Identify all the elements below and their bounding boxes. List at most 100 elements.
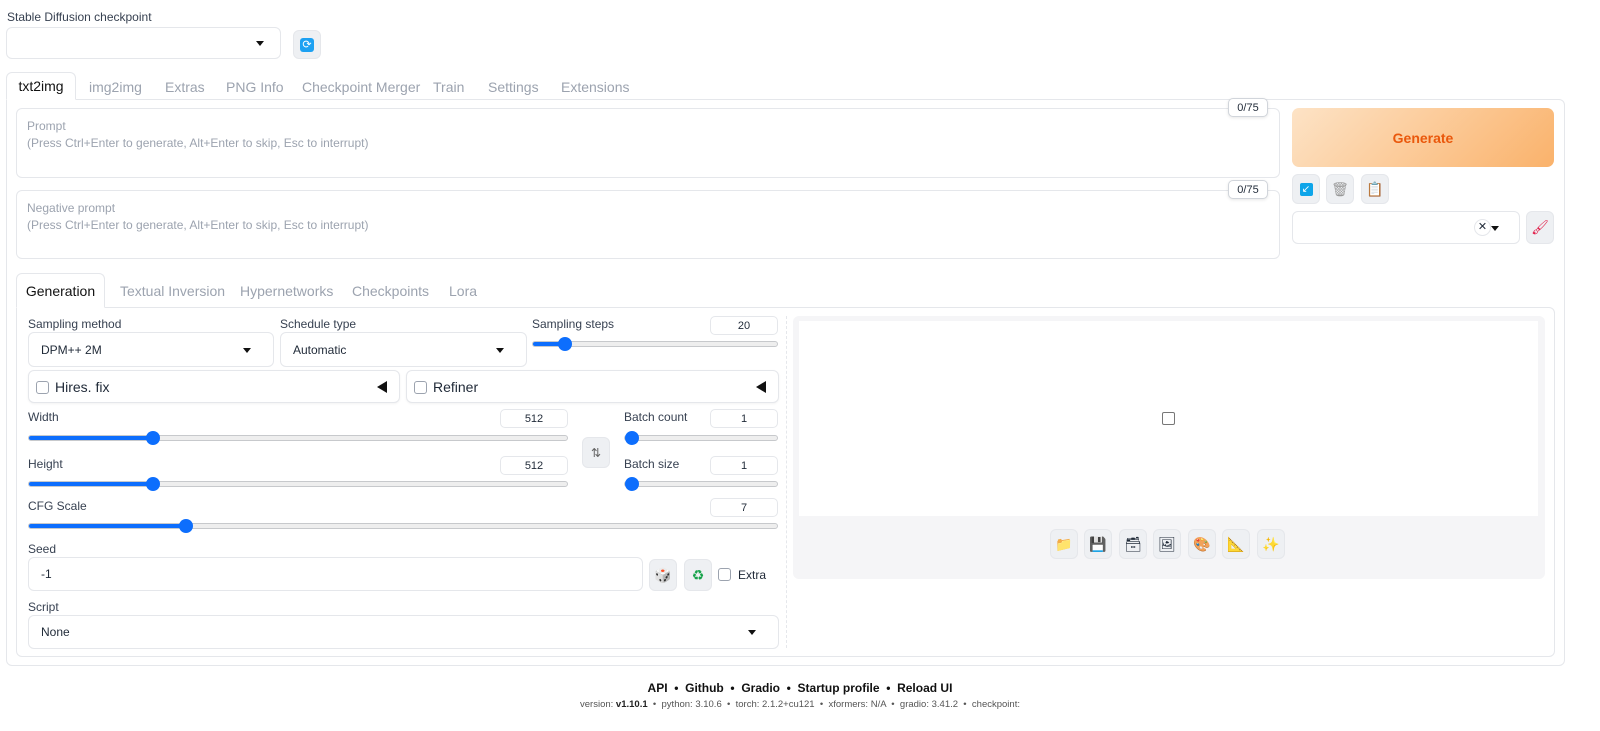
folder-icon: 📁 <box>1055 535 1073 552</box>
checkpoint-dropdown[interactable] <box>6 27 281 59</box>
send-to-img2img-button[interactable]: 🖼 <box>1153 529 1181 559</box>
tab-png-info[interactable]: PNG Info <box>226 79 284 95</box>
subtab-generation[interactable]: Generation <box>16 273 105 308</box>
prompt-textarea[interactable]: Prompt (Press Ctrl+Enter to generate, Alt… <box>16 108 1280 178</box>
dice-icon: 🎲 <box>654 566 672 583</box>
upscale-button[interactable]: ✨ <box>1257 529 1285 559</box>
negative-prompt-textarea[interactable]: Negative prompt (Press Ctrl+Enter to gene… <box>16 190 1280 259</box>
python-version: python: 3.10.6 <box>661 699 722 710</box>
batch-count-input[interactable]: 1 <box>710 409 778 428</box>
negative-prompt-placeholder: (Press Ctrl+Enter to generate, Alt+Enter… <box>27 218 369 232</box>
slider-thumb[interactable] <box>179 519 194 533</box>
prompt-token-counter: 0/75 <box>1228 98 1268 117</box>
open-folder-button[interactable]: 📁 <box>1050 529 1078 559</box>
sampling-method-value: DPM++ 2M <box>41 342 102 357</box>
save-button[interactable]: 💾 <box>1084 529 1112 559</box>
reload-ui-link[interactable]: Reload UI <box>897 681 952 695</box>
swap-dimensions-button[interactable]: ⇅ <box>582 437 610 468</box>
schedule-type-label: Schedule type <box>280 317 357 331</box>
sampling-steps-input[interactable]: 20 <box>710 316 778 335</box>
refiner-accordion[interactable]: Refiner <box>406 370 779 403</box>
gradio-link[interactable]: Gradio <box>741 681 780 695</box>
sampling-method-dropdown[interactable]: DPM++ 2M <box>28 332 274 367</box>
height-slider[interactable] <box>28 477 568 491</box>
startup-profile-link[interactable]: Startup profile <box>798 681 880 695</box>
collapse-triangle-icon[interactable] <box>377 381 387 393</box>
hires-fix-checkbox[interactable] <box>36 381 49 394</box>
refiner-checkbox[interactable] <box>414 381 427 394</box>
seed-label: Seed <box>28 542 57 556</box>
subtab-checkpoints[interactable]: Checkpoints <box>352 283 429 299</box>
trash-icon: 🗑 <box>1331 180 1349 197</box>
batch-size-input[interactable]: 1 <box>710 456 778 475</box>
styles-dropdown[interactable]: ✕ <box>1292 211 1520 244</box>
subtab-textual-inversion[interactable]: Textual Inversion <box>120 283 225 299</box>
subtab-hypernetworks[interactable]: Hypernetworks <box>240 283 333 299</box>
clear-icon[interactable]: ✕ <box>1474 219 1491 236</box>
negative-prompt-label: Negative prompt <box>27 201 116 215</box>
slider-thumb[interactable] <box>625 477 639 491</box>
send-to-extras-button[interactable]: 📐 <box>1222 529 1250 559</box>
random-seed-button[interactable]: 🎲 <box>649 559 677 591</box>
chevron-down-icon <box>256 41 264 46</box>
github-link[interactable]: Github <box>685 681 724 695</box>
negative-token-counter: 0/75 <box>1228 180 1268 199</box>
tab-txt2img[interactable]: txt2img <box>6 72 76 100</box>
schedule-type-value: Automatic <box>293 342 347 357</box>
subtab-lora[interactable]: Lora <box>449 283 477 299</box>
slider-thumb[interactable] <box>625 431 639 445</box>
refiner-label: Refiner <box>433 379 479 395</box>
chevron-down-icon <box>496 347 504 353</box>
api-link[interactable]: API <box>648 681 668 695</box>
cfg-scale-slider[interactable] <box>28 519 778 533</box>
version-info: version: v1.10.1 • python: 3.10.6 • torc… <box>580 699 1020 710</box>
batch-count-label: Batch count <box>624 410 688 424</box>
version-value: v1.10.1 <box>615 699 648 710</box>
extra-label: Extra <box>738 568 767 582</box>
image-preview <box>799 321 1538 516</box>
width-slider[interactable] <box>28 431 568 445</box>
tab-extensions[interactable]: Extensions <box>561 79 629 95</box>
clear-prompt-button[interactable]: 🗑 <box>1326 174 1354 204</box>
apply-style-button[interactable]: 📋 <box>1361 174 1389 204</box>
refresh-checkpoint-button[interactable]: ⟳ <box>293 30 321 59</box>
height-label: Height <box>28 457 63 471</box>
sampling-steps-slider[interactable] <box>532 337 778 351</box>
reuse-seed-button[interactable]: ♻ <box>684 559 712 591</box>
paintbrush-icon: 🖌 <box>1531 219 1549 235</box>
sampling-method-label: Sampling method <box>28 317 122 331</box>
width-input[interactable]: 512 <box>500 409 568 428</box>
zip-button[interactable]: 🗃 <box>1119 529 1147 559</box>
swap-arrows-icon: ⇅ <box>590 445 602 460</box>
height-input[interactable]: 512 <box>500 456 568 475</box>
slider-fill <box>29 482 153 486</box>
read-params-button[interactable]: ↙ <box>1292 174 1320 204</box>
hires-fix-accordion[interactable]: Hires. fix <box>28 370 400 403</box>
script-label: Script <box>28 600 59 614</box>
extra-seed-checkbox[interactable] <box>718 568 731 581</box>
checkpoint-label: Stable Diffusion checkpoint <box>7 10 152 24</box>
tab-train[interactable]: Train <box>433 79 464 95</box>
slider-thumb[interactable] <box>557 337 572 351</box>
tab-img2img[interactable]: img2img <box>89 79 142 95</box>
batch-count-slider[interactable] <box>624 431 778 445</box>
footer-links: API • Github • Gradio • Startup profile … <box>647 681 953 695</box>
edit-styles-button[interactable]: 🖌 <box>1526 211 1554 244</box>
seed-input[interactable]: -1 <box>28 557 643 591</box>
tab-extras[interactable]: Extras <box>165 79 205 95</box>
cfg-scale-input[interactable]: 7 <box>710 498 778 517</box>
send-to-inpaint-button[interactable]: 🎨 <box>1188 529 1216 559</box>
chevron-down-icon <box>1491 225 1499 231</box>
collapse-triangle-icon[interactable] <box>756 381 766 393</box>
sampling-steps-label: Sampling steps <box>532 317 615 331</box>
batch-size-slider[interactable] <box>624 477 778 491</box>
slider-thumb[interactable] <box>145 477 160 491</box>
recycle-icon: ♻ <box>691 566 705 583</box>
tab-settings[interactable]: Settings <box>488 79 539 95</box>
slider-thumb[interactable] <box>145 431 160 445</box>
script-dropdown[interactable]: None <box>28 615 779 649</box>
generate-button[interactable]: Generate <box>1292 108 1554 167</box>
arrow-icon: ↙ <box>1299 182 1313 196</box>
schedule-type-dropdown[interactable]: Automatic <box>280 332 527 367</box>
tab-checkpoint-merger[interactable]: Checkpoint Merger <box>302 79 420 95</box>
